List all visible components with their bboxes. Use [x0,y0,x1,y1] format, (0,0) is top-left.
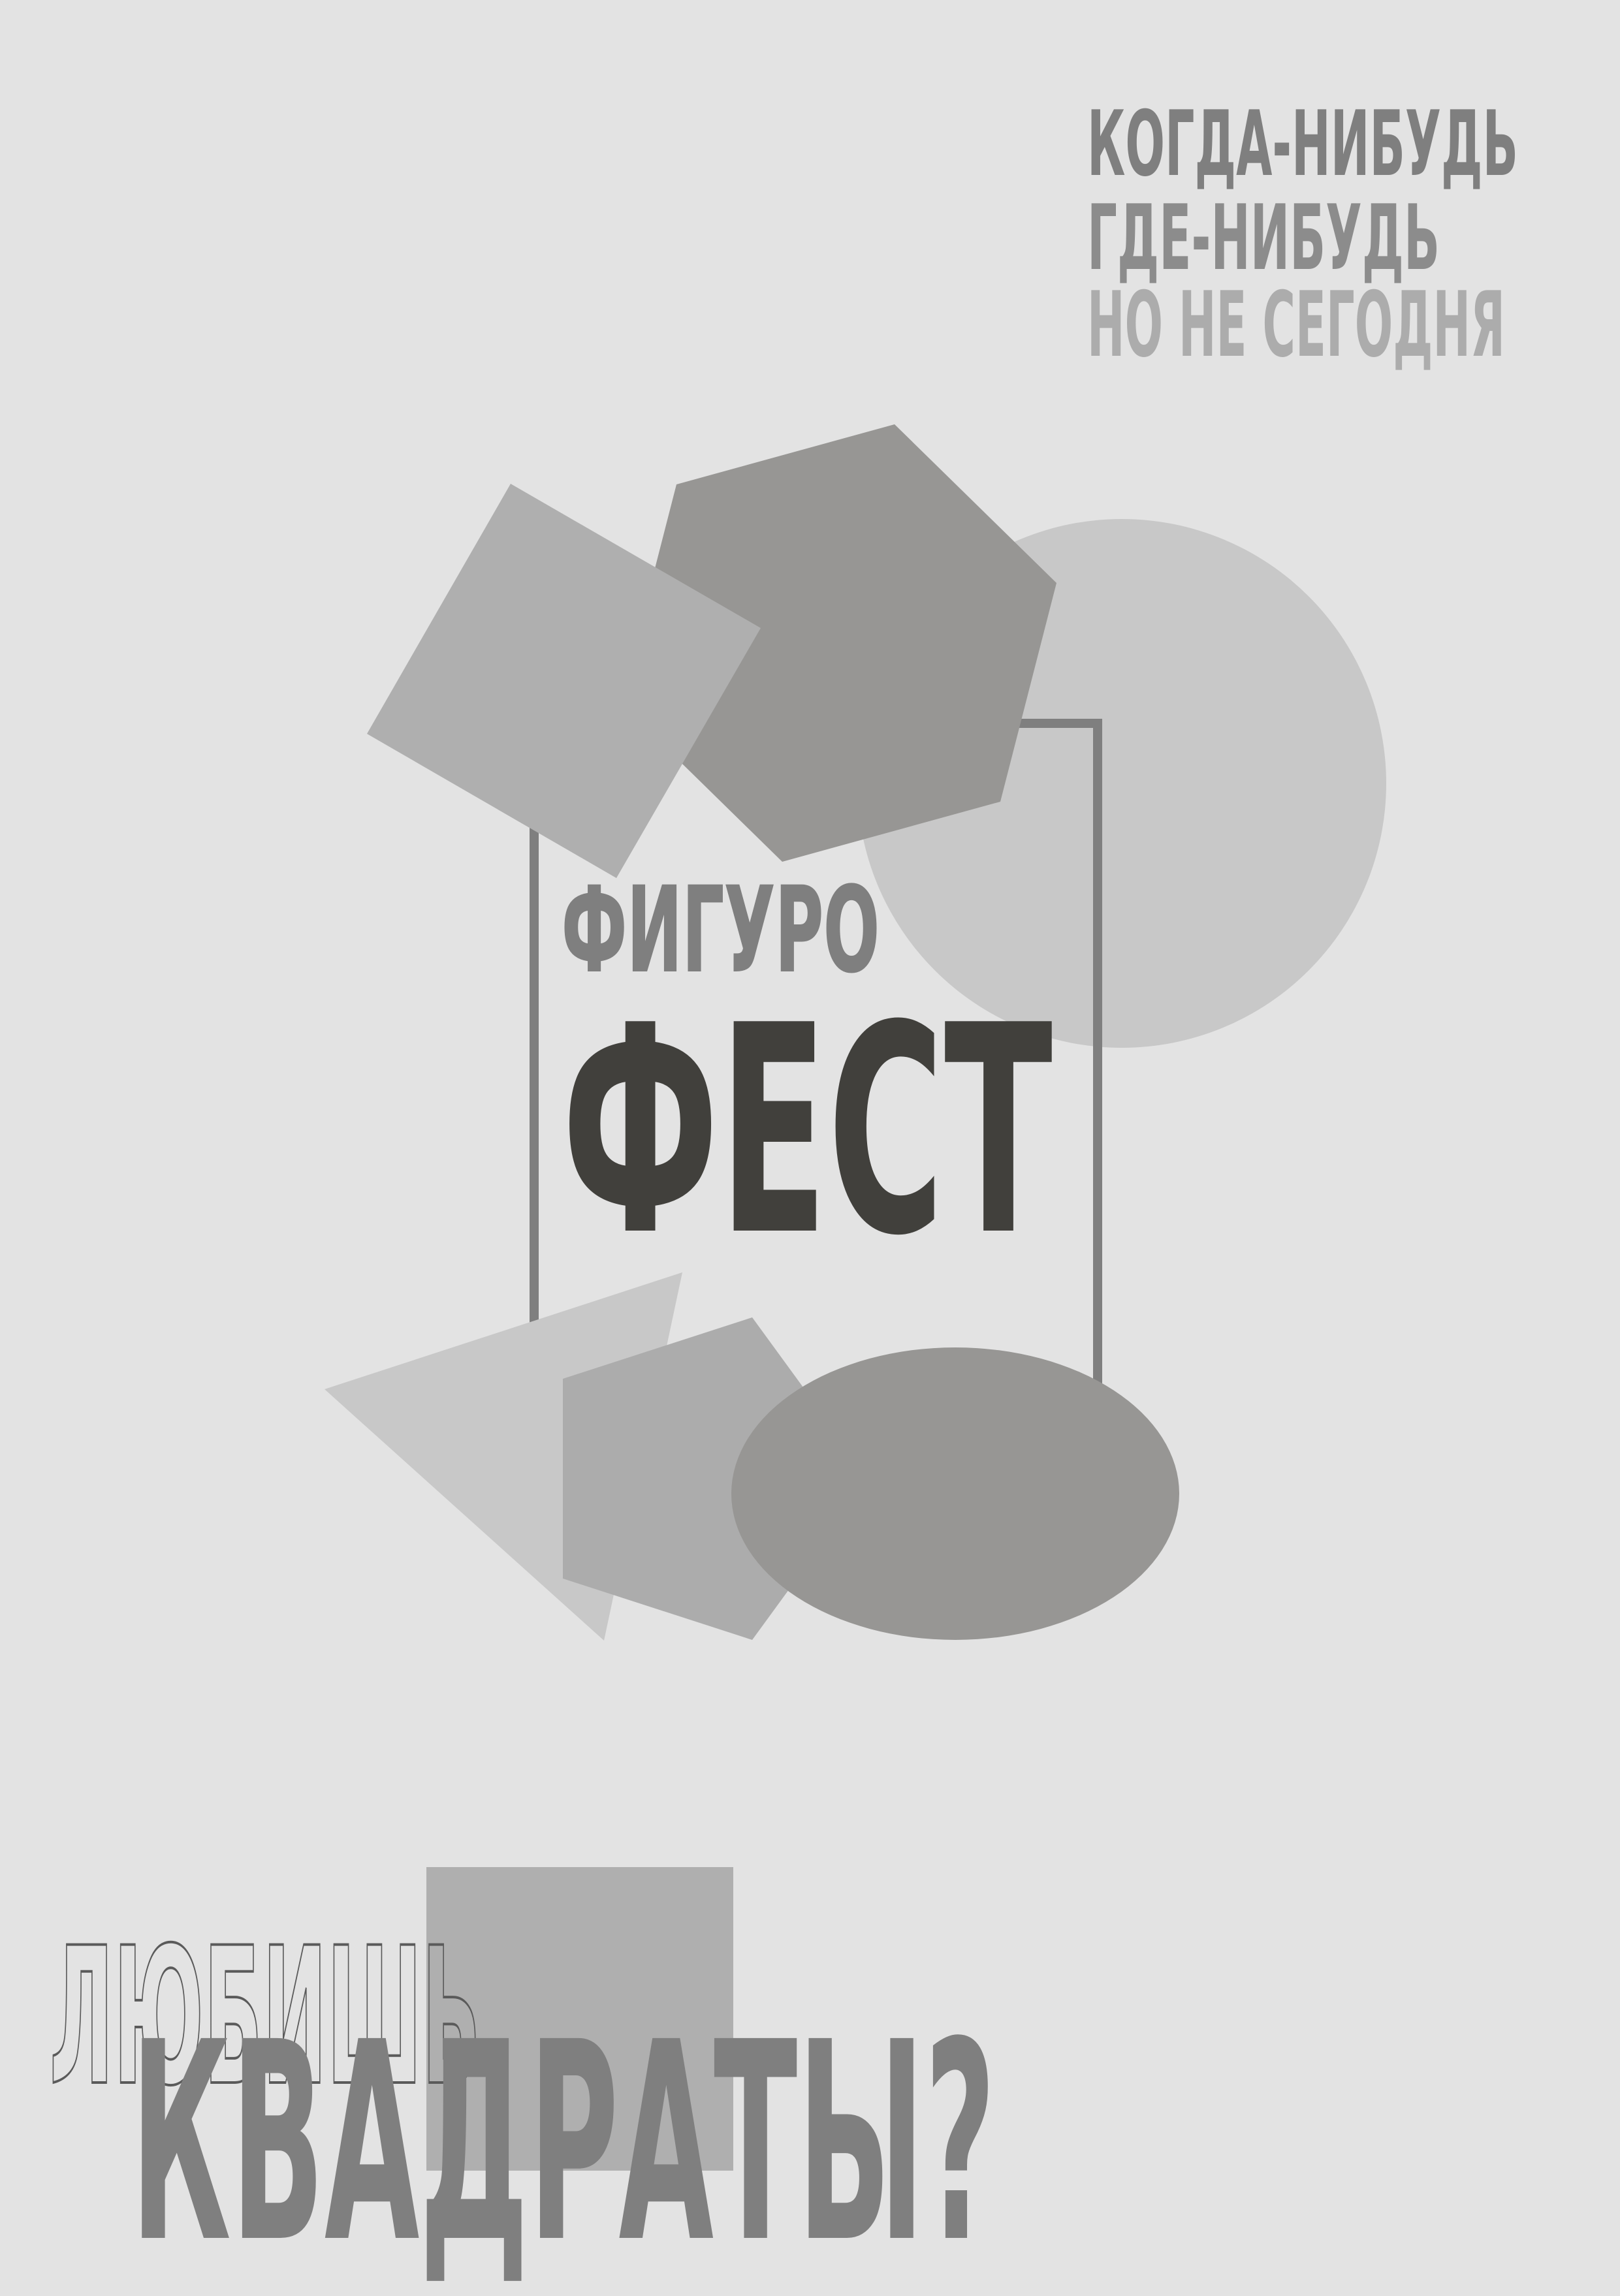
title-main: ФЕСТ [562,964,1053,1298]
main-word: КВАДРАТЫ? [131,1984,996,2296]
tagline-line-3: НО НЕ СЕГОДНЯ [1087,272,1505,377]
tagline-line-1: КОГДА-НИБУДЬ [1087,91,1518,197]
poster-canvas: КОГДА-НИБУДЬ ГДЕ-НИБУДЬ НО НЕ СЕГОДНЯ ФИ… [48,91,1518,2296]
ellipse-shape [731,1347,1179,1640]
